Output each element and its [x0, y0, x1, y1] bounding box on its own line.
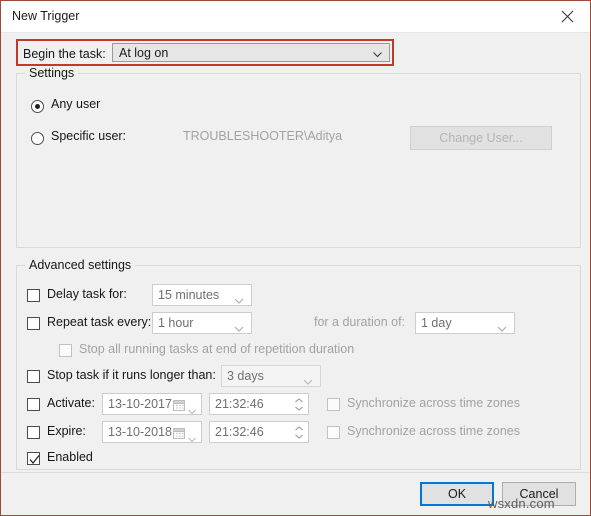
activate-time-value: 21:32:46: [215, 397, 264, 411]
close-button[interactable]: [545, 1, 590, 31]
stop-all-running-checkbox[interactable]: [59, 344, 72, 357]
specific-user-value: TROUBLESHOOTER\Aditya: [183, 129, 343, 143]
begin-task-combobox[interactable]: At log on: [112, 43, 390, 62]
activate-sync-label: Synchronize across time zones: [347, 396, 520, 410]
specific-user-radio[interactable]: [31, 132, 44, 145]
expire-date-value: 13-10-2018: [108, 425, 172, 439]
delay-task-combobox[interactable]: 15 minutes: [152, 284, 252, 306]
duration-label: for a duration of:: [314, 315, 406, 329]
calendar-icon: [173, 398, 185, 416]
settings-group-title: Settings: [25, 66, 79, 80]
change-user-button-label: Change User...: [439, 131, 523, 145]
activate-label: Activate:: [47, 396, 95, 410]
spinner-down-icon[interactable]: [291, 432, 306, 440]
activate-date-value: 13-10-2017: [108, 397, 172, 411]
activate-date-field[interactable]: 13-10-2017: [102, 393, 202, 415]
begin-task-label: Begin the task:: [23, 47, 106, 61]
settings-group: Settings Any user Specific user: TROUBLE…: [16, 66, 581, 248]
enabled-checkbox[interactable]: [27, 452, 40, 465]
expire-checkbox[interactable]: [27, 426, 40, 439]
chevron-down-icon: [188, 430, 196, 448]
close-icon: [561, 10, 574, 23]
expire-time-value: 21:32:46: [215, 425, 264, 439]
watermark: wsxdn.com: [488, 496, 555, 511]
delay-task-label: Delay task for:: [47, 287, 127, 301]
change-user-button[interactable]: Change User...: [410, 126, 552, 150]
footer-separator: [1, 472, 590, 473]
title-bar: New Trigger: [1, 1, 590, 33]
activate-time-field[interactable]: 21:32:46: [209, 393, 309, 415]
repeat-task-combobox[interactable]: 1 hour: [152, 312, 252, 334]
advanced-settings-group-title: Advanced settings: [25, 258, 136, 272]
repeat-task-label: Repeat task every:: [47, 315, 152, 329]
stop-task-longer-value: 3 days: [227, 369, 264, 383]
expire-time-field[interactable]: 21:32:46: [209, 421, 309, 443]
window-title: New Trigger: [12, 9, 80, 23]
stop-task-longer-label: Stop task if it runs longer than:: [47, 368, 216, 382]
chevron-down-icon: [372, 47, 383, 65]
stop-task-longer-checkbox[interactable]: [27, 370, 40, 383]
chevron-down-icon: [234, 292, 244, 310]
repeat-task-value: 1 hour: [158, 316, 194, 330]
ok-button[interactable]: OK: [420, 482, 494, 506]
activate-time-spinner[interactable]: [291, 396, 306, 412]
expire-sync-label: Synchronize across time zones: [347, 424, 520, 438]
new-trigger-dialog: New Trigger Begin the task: At log on Se…: [0, 0, 591, 516]
stop-all-running-label: Stop all running tasks at end of repetit…: [79, 342, 355, 356]
expire-sync-checkbox[interactable]: [327, 426, 340, 439]
enabled-label: Enabled: [47, 450, 93, 464]
duration-value: 1 day: [421, 316, 452, 330]
chevron-down-icon: [497, 320, 507, 338]
any-user-label: Any user: [51, 97, 101, 111]
chevron-down-icon: [188, 402, 196, 420]
delay-task-value: 15 minutes: [158, 288, 220, 302]
spinner-down-icon[interactable]: [291, 404, 306, 412]
ok-button-label: OK: [447, 487, 467, 501]
calendar-icon: [173, 426, 185, 444]
advanced-settings-group: Advanced settings Delay task for: 15 min…: [16, 258, 581, 470]
expire-time-spinner[interactable]: [291, 424, 306, 440]
activate-checkbox[interactable]: [27, 398, 40, 411]
expire-label: Expire:: [47, 424, 86, 438]
repeat-task-checkbox[interactable]: [27, 317, 40, 330]
any-user-radio[interactable]: [31, 100, 44, 113]
activate-sync-checkbox[interactable]: [327, 398, 340, 411]
begin-task-value: At log on: [119, 46, 169, 60]
begin-task-highlight-box: Begin the task: At log on: [16, 39, 394, 66]
stop-task-longer-combobox[interactable]: 3 days: [221, 365, 321, 387]
duration-combobox[interactable]: 1 day: [415, 312, 515, 334]
specific-user-label: Specific user:: [51, 129, 127, 143]
chevron-down-icon: [303, 373, 313, 391]
spinner-up-icon[interactable]: [291, 424, 306, 432]
expire-date-field[interactable]: 13-10-2018: [102, 421, 202, 443]
delay-task-checkbox[interactable]: [27, 289, 40, 302]
spinner-up-icon[interactable]: [291, 396, 306, 404]
chevron-down-icon: [234, 320, 244, 338]
